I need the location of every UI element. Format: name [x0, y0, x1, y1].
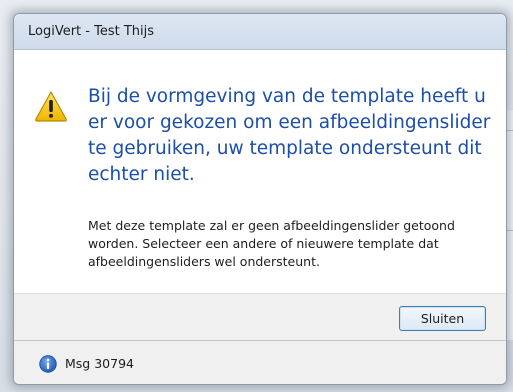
button-area: Sluiten — [14, 293, 506, 340]
dialog-titlebar[interactable]: LogiVert - Test Thijs — [14, 14, 506, 50]
info-icon — [39, 355, 57, 373]
detail-text: Met deze template zal er geen afbeelding… — [88, 218, 455, 269]
close-button[interactable]: Sluiten — [399, 306, 486, 331]
message-code: Msg 30794 — [65, 356, 134, 371]
main-instruction: Bij de vormgeving van de template heeft … — [88, 86, 491, 185]
dialog-content: Bij de vormgeving van de template heeft … — [14, 50, 506, 293]
dialog-title: LogiVert - Test Thijs — [28, 24, 155, 39]
message-dialog: LogiVert - Test Thijs Bij de vormgeving … — [13, 13, 507, 385]
dialog-footer: Msg 30794 — [14, 340, 506, 384]
warning-icon — [35, 91, 67, 122]
